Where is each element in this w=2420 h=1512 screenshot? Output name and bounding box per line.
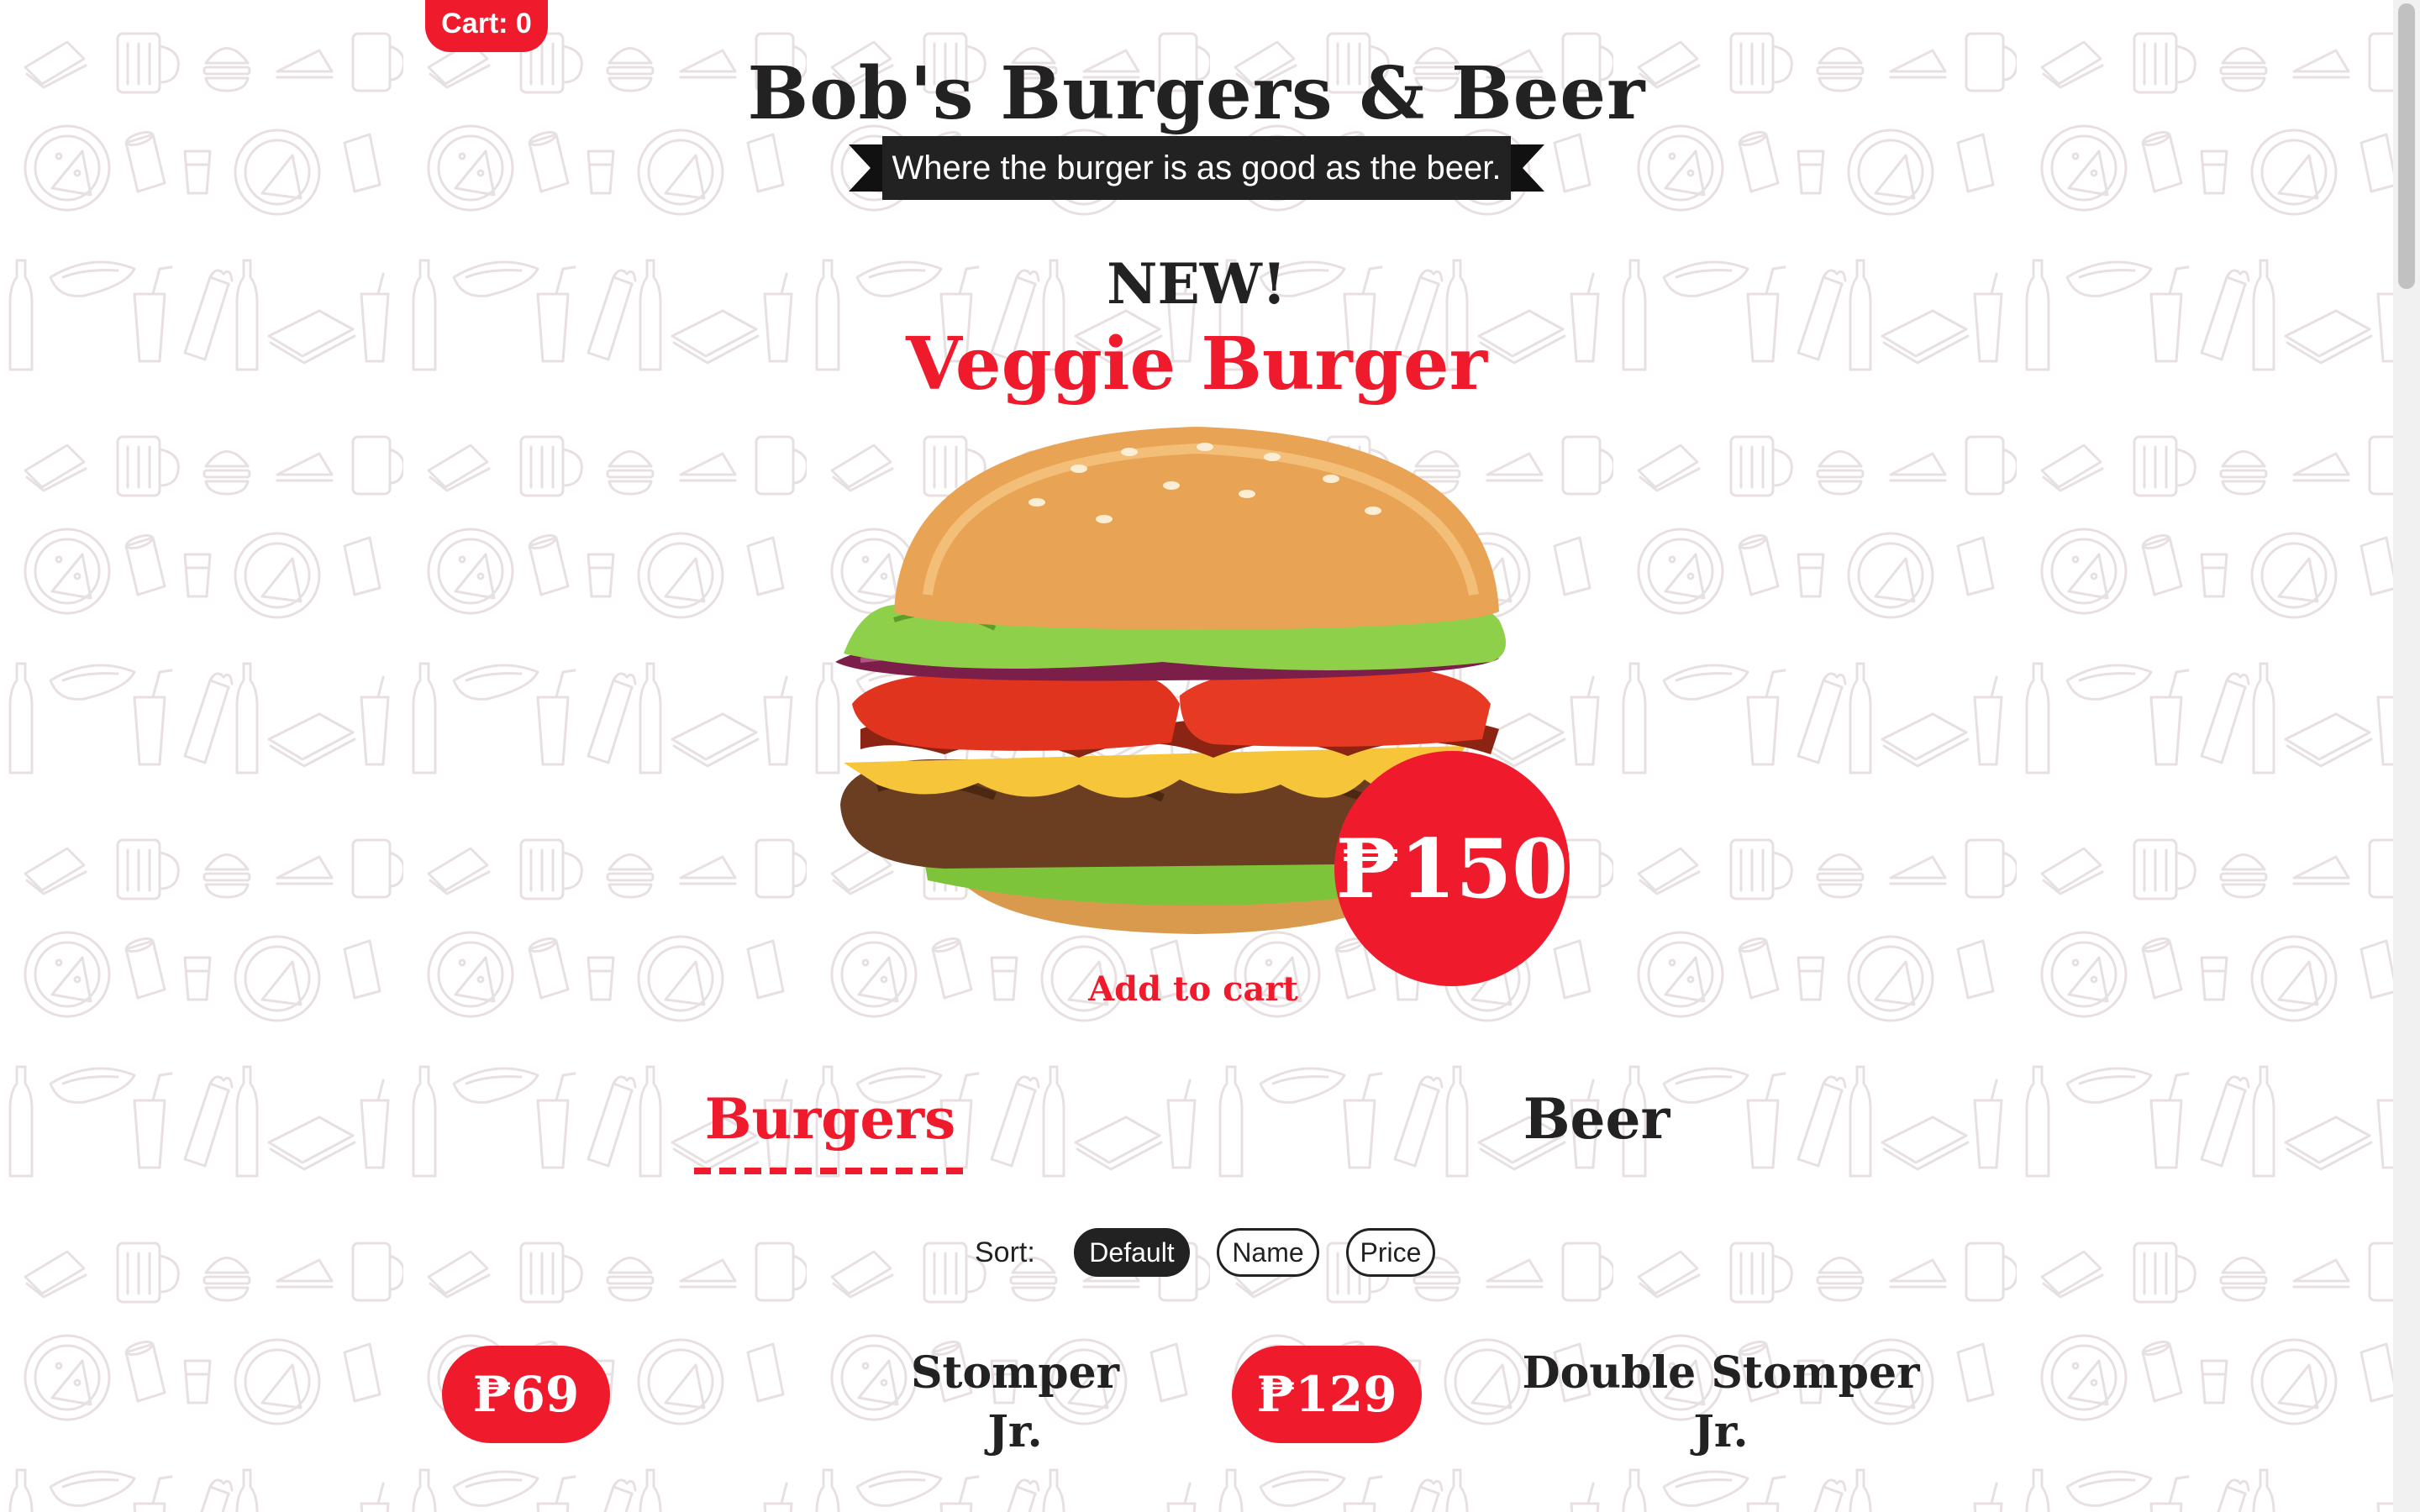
- menu-item-name: Double Stomper Jr.: [1522, 1347, 1920, 1457]
- active-tab-underline: [694, 1168, 966, 1174]
- tab-burgers[interactable]: Burgers: [694, 1084, 966, 1154]
- featured-item-name: Veggie Burger: [906, 322, 1487, 407]
- add-to-cart-link[interactable]: Add to cart: [1025, 966, 1361, 1013]
- cart-button[interactable]: Cart: 0: [425, 0, 548, 52]
- tab-beer[interactable]: Beer: [1504, 1084, 1689, 1154]
- page: Cart: 0 Bob's Burgers & Beer Where the b…: [0, 0, 2393, 1512]
- sort-default-button[interactable]: Default: [1074, 1228, 1190, 1277]
- sort-name-button[interactable]: Name: [1217, 1228, 1319, 1277]
- tagline-ribbon: Where the burger is as good as the beer.: [849, 136, 1544, 200]
- menu-item-name: Stomper Jr.: [910, 1347, 1120, 1457]
- menu-item-price: ₱129: [1232, 1346, 1422, 1443]
- menu-item-price: ₱69: [442, 1346, 610, 1443]
- site-title: Bob's Burgers & Beer: [747, 51, 1646, 136]
- scrollbar-thumb[interactable]: [2398, 3, 2415, 289]
- page-scrollbar[interactable]: [2393, 0, 2420, 1512]
- sort-label: Sort:: [975, 1236, 1035, 1268]
- new-badge: NEW!: [1107, 251, 1286, 317]
- tagline: Where the burger is as good as the beer.: [892, 150, 1502, 186]
- featured-price-badge: ₱150: [1334, 751, 1570, 986]
- sort-price-button[interactable]: Price: [1346, 1228, 1435, 1277]
